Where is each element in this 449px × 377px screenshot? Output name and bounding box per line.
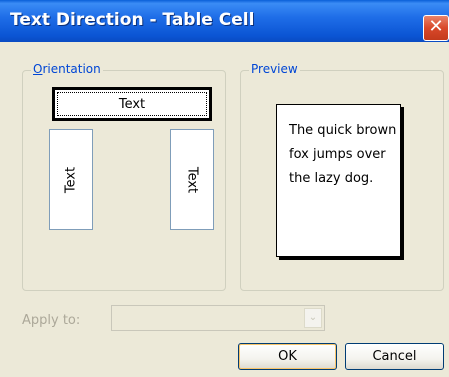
orientation-vertical-up-option[interactable]: Text <box>49 129 93 230</box>
close-icon[interactable]: ✕ <box>423 15 449 41</box>
preview-label: Preview <box>249 62 300 76</box>
orientation-horizontal-option[interactable]: Text <box>52 87 212 121</box>
orientation-vertical-up-text: Text <box>63 166 79 193</box>
window-title: Text Direction - Table Cell <box>10 10 255 30</box>
chevron-down-icon[interactable]: ⌄ <box>304 308 322 328</box>
preview-line: The quick brown <box>289 123 397 138</box>
apply-to-select[interactable]: ⌄ <box>111 305 325 331</box>
orientation-label: Orientation <box>31 62 103 76</box>
preview-sample: The quick brown fox jumps over the lazy … <box>276 104 401 257</box>
preview-line: the lazy dog. <box>289 171 374 186</box>
title-bar[interactable]: Text Direction - Table Cell ✕ <box>0 0 449 42</box>
cancel-button[interactable]: Cancel <box>345 343 444 370</box>
orientation-vertical-down-option[interactable]: Text <box>170 129 214 230</box>
ok-button[interactable]: OK <box>238 343 337 370</box>
apply-to-label: Apply to: <box>22 313 81 328</box>
orientation-horizontal-text: Text <box>118 96 146 112</box>
preview-line: fox jumps over <box>289 147 386 162</box>
orientation-vertical-down-text: Text <box>184 166 200 193</box>
